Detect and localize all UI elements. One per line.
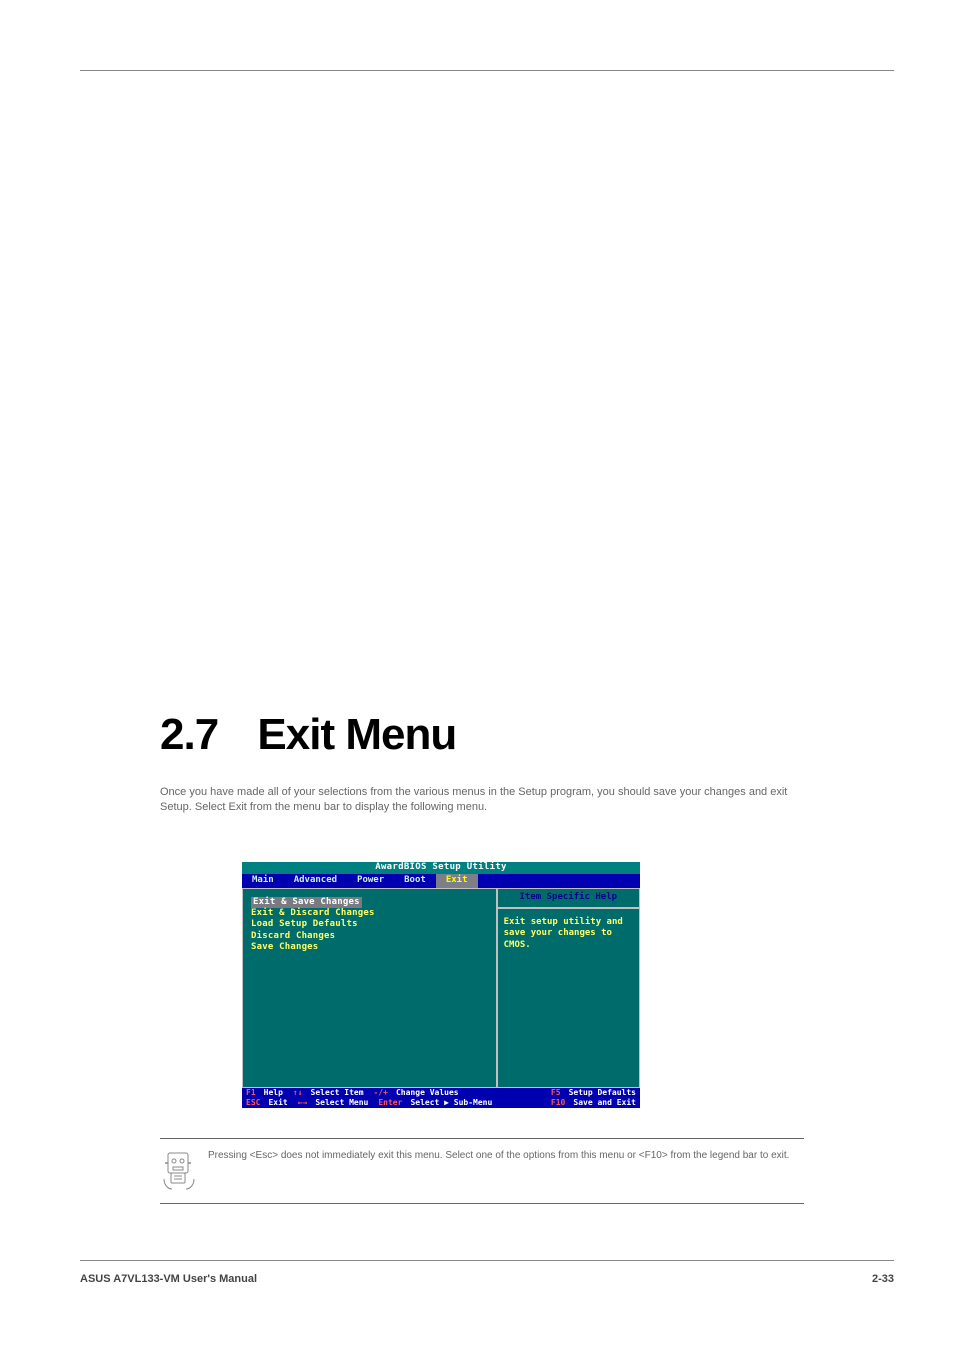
bios-tab-boot[interactable]: Boot bbox=[394, 874, 436, 888]
legend-leftright: ←→Select Menu bbox=[298, 1099, 369, 1108]
bios-help-panel: Item Specific Help Exit setup utility an… bbox=[497, 888, 640, 1088]
bios-item-discard-changes[interactable]: Discard Changes bbox=[251, 931, 488, 942]
intro-paragraph: Once you have made all of your selection… bbox=[160, 785, 804, 815]
legend-f5: F5Setup Defaults bbox=[551, 1089, 636, 1098]
bios-item-exit-save[interactable]: Exit & Save Changes bbox=[251, 897, 362, 908]
legend-f1: F1Help bbox=[246, 1089, 283, 1098]
section-title: Exit Menu bbox=[257, 710, 456, 759]
legend-plusminus: -/+Change Values bbox=[374, 1089, 459, 1098]
bios-tab-main[interactable]: Main bbox=[242, 874, 284, 888]
note-callout: Pressing <Esc> does not immediately exit… bbox=[160, 1138, 804, 1204]
bios-tab-advanced[interactable]: Advanced bbox=[284, 874, 347, 888]
section-number: 2.7 bbox=[160, 710, 218, 760]
bios-item-load-defaults[interactable]: Load Setup Defaults bbox=[251, 919, 488, 930]
bios-item-exit-discard[interactable]: Exit & Discard Changes bbox=[251, 908, 488, 919]
footer-page-number: 2-33 bbox=[872, 1273, 894, 1285]
bios-title-bar: AwardBIOS Setup Utility bbox=[242, 862, 640, 874]
legend-enter: EnterSelect ▶ Sub-Menu bbox=[378, 1099, 492, 1108]
bios-body: Exit & Save Changes Exit & Discard Chang… bbox=[242, 888, 640, 1088]
bios-menubar: Main Advanced Power Boot Exit bbox=[242, 874, 640, 888]
bios-utility-screenshot: AwardBIOS Setup Utility Main Advanced Po… bbox=[242, 862, 640, 1108]
bios-help-title: Item Specific Help bbox=[497, 888, 640, 908]
note-text: Pressing <Esc> does not immediately exit… bbox=[208, 1149, 804, 1163]
legend-esc: ESCExit bbox=[246, 1099, 288, 1108]
note-robot-icon bbox=[162, 1149, 196, 1193]
top-rule bbox=[80, 70, 894, 71]
bios-legend-bar: F1Help ↑↓Select Item -/+Change Values ES… bbox=[242, 1088, 640, 1109]
bottom-rule bbox=[80, 1260, 894, 1261]
bios-tab-power[interactable]: Power bbox=[347, 874, 394, 888]
section-heading: 2.7 Exit Menu bbox=[160, 710, 456, 760]
bios-tab-exit[interactable]: Exit bbox=[436, 874, 478, 888]
bios-item-list: Exit & Save Changes Exit & Discard Chang… bbox=[242, 888, 497, 1088]
bios-item-save-changes[interactable]: Save Changes bbox=[251, 942, 488, 953]
legend-f10: F10Save and Exit bbox=[551, 1099, 636, 1108]
page-footer: ASUS A7VL133-VM User's Manual 2-33 bbox=[80, 1273, 894, 1285]
bios-help-body: Exit setup utility and save your changes… bbox=[497, 908, 640, 1088]
legend-updown: ↑↓Select Item bbox=[293, 1089, 364, 1098]
footer-manual-title: ASUS A7VL133-VM User's Manual bbox=[80, 1273, 257, 1285]
